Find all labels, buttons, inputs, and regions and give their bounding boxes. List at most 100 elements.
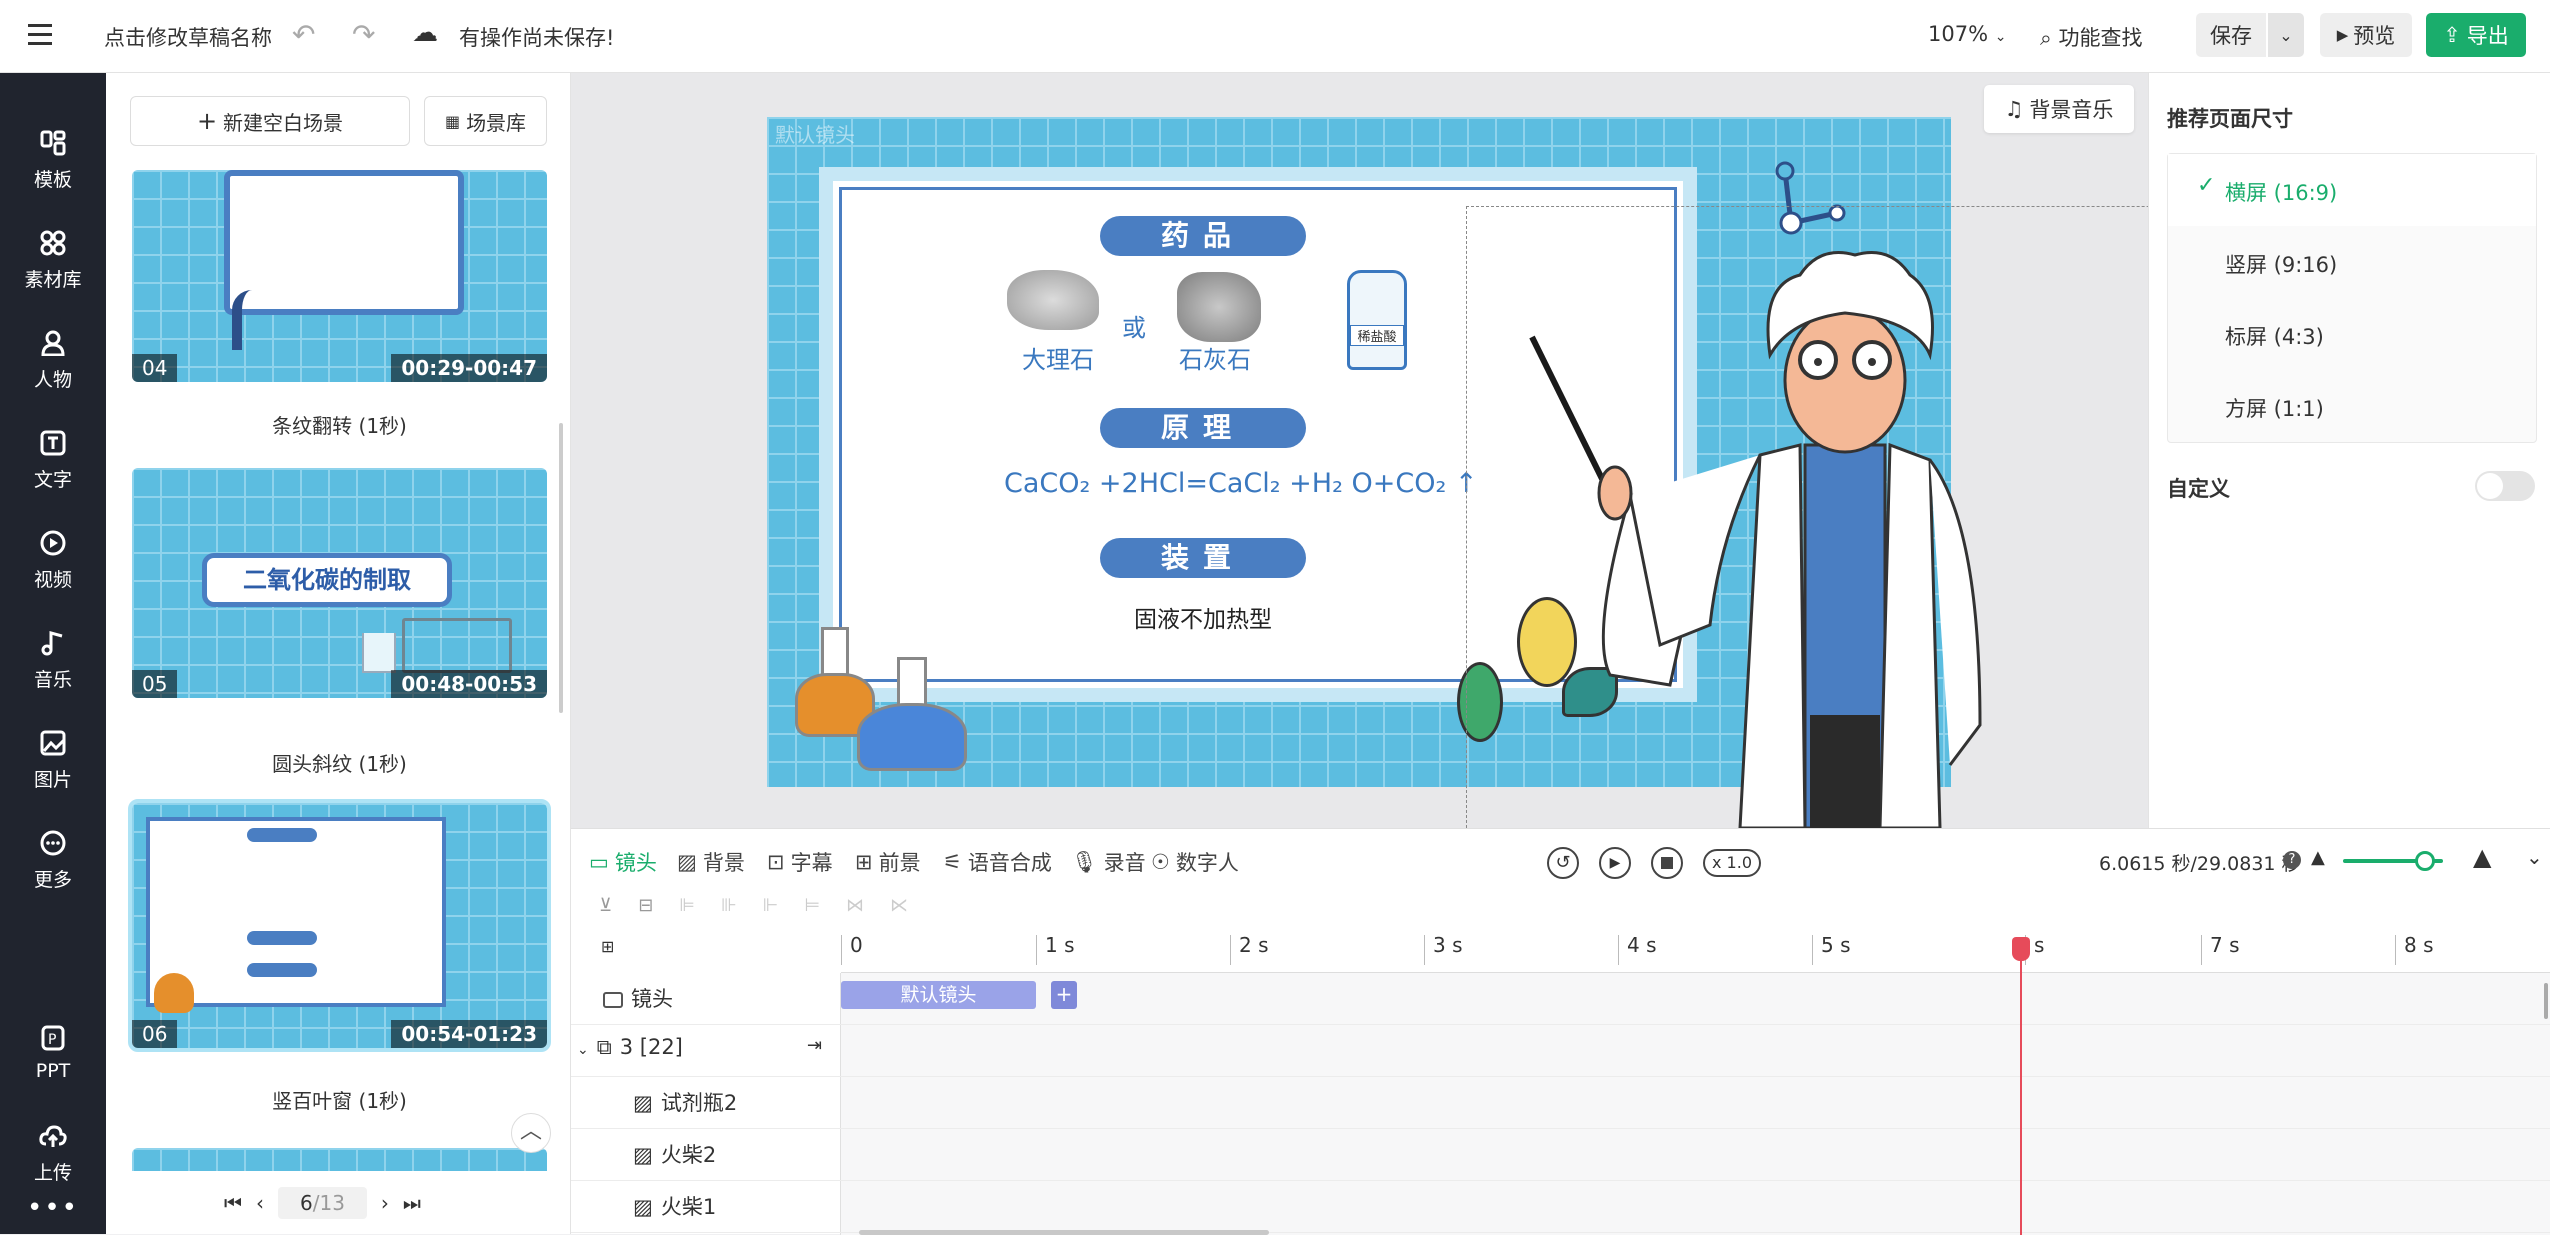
draft-name[interactable]: 点击修改草稿名称 xyxy=(104,22,272,52)
ratio-1-1[interactable]: 方屏 (1:1) xyxy=(2225,393,2324,423)
track-row-item2 xyxy=(571,1129,2550,1181)
rail-item-image[interactable]: 图片 xyxy=(0,723,106,792)
tab-subtitle[interactable]: ⊡ 字幕 xyxy=(767,847,833,877)
top-toolbar: 点击修改草稿名称 ↶ ↷ ☁ 有操作尚未保存! 107% ⌄ ⌕ 功能查找 保存… xyxy=(0,0,2550,73)
play-icon[interactable]: ▶ xyxy=(1599,847,1631,879)
prev-page-icon[interactable]: ‹ xyxy=(256,1191,264,1215)
ratio-16-9[interactable]: 横屏 (16:9) xyxy=(2225,177,2337,207)
group-exit-icon[interactable]: ⇥ xyxy=(807,1035,822,1056)
tab-background[interactable]: ▨ 背景 xyxy=(677,847,745,877)
ratio-4-3[interactable]: 标屏 (4:3) xyxy=(2225,321,2324,351)
export-button[interactable]: ⇪ 导出 xyxy=(2426,13,2526,57)
scene-library-button[interactable]: ▦ 场景库 xyxy=(424,96,547,146)
save-button[interactable]: 保存 xyxy=(2196,13,2266,57)
track-item1-label[interactable]: ▨ 试剂瓶2 xyxy=(633,1087,737,1117)
rail-item-music[interactable]: 音乐 xyxy=(0,623,106,692)
rewind-icon[interactable]: ↺ xyxy=(1547,847,1579,879)
tab-label: 数字人 xyxy=(1175,851,1239,875)
collapse-icon[interactable]: ⌄ xyxy=(2526,845,2543,869)
tab-foreground[interactable]: ⊞ 前景 xyxy=(855,847,921,877)
custom-toggle[interactable] xyxy=(2475,471,2535,501)
scene-duration: 00:48-00:53 xyxy=(391,670,547,698)
camera-label: 默认镜头 xyxy=(775,123,855,147)
rail-item-material[interactable]: 素材库 xyxy=(0,223,106,292)
tab-digital-human[interactable]: ☉ 数字人 xyxy=(1151,847,1239,877)
ruler-corner-icon[interactable]: ⊞ xyxy=(601,937,614,956)
help-icon[interactable]: ? xyxy=(2283,851,2301,869)
timeline-v-scrollbar[interactable] xyxy=(2544,983,2548,1019)
scene-scrollbar[interactable] xyxy=(559,423,563,713)
export-label: 导出 xyxy=(2466,24,2509,48)
speed-button[interactable]: x 1.0 xyxy=(1703,849,1761,877)
tab-label: 录音 xyxy=(1103,851,1146,875)
zoom-slider-handle[interactable] xyxy=(2415,851,2435,871)
bg-music-button[interactable]: ♫ 背景音乐 xyxy=(1984,85,2134,133)
align-center-icon[interactable]: ⊪ xyxy=(721,895,737,916)
align-right-icon[interactable]: ⊩ xyxy=(763,895,779,916)
page-indicator: 6/13 xyxy=(278,1187,367,1219)
tab-record[interactable]: 🎙 录音 xyxy=(1071,847,1146,877)
track-camera-label[interactable]: 镜头 xyxy=(603,983,673,1013)
next-page-icon[interactable]: › xyxy=(381,1191,389,1215)
scene-card-04[interactable]: 04 00:29-00:47 xyxy=(132,170,547,382)
feature-search-button[interactable]: ⌕ 功能查找 xyxy=(2040,22,2142,52)
tab-tts[interactable]: ⚟ 语音合成 xyxy=(943,847,1052,877)
align-left-icon[interactable]: ⊫ xyxy=(679,895,695,916)
scroll-top-button[interactable]: ︿ xyxy=(511,1113,551,1153)
timeline-h-scrollbar[interactable] xyxy=(859,1230,1269,1235)
scene-number: 05 xyxy=(132,670,178,698)
device-type: 固液不加热型 xyxy=(1134,607,1272,633)
scene-transition[interactable]: 竖百叶窗 (1秒) xyxy=(132,1085,547,1114)
upload-icon xyxy=(33,1116,73,1156)
menu-icon[interactable] xyxy=(28,24,52,46)
tab-camera[interactable]: ▭ 镜头 xyxy=(589,847,657,877)
scene-transition[interactable]: 圆头斜纹 (1秒) xyxy=(132,748,547,777)
add-clip-button[interactable]: + xyxy=(1051,981,1077,1009)
rail-item-ppt[interactable]: P PPT xyxy=(0,1018,106,1082)
rail-item-more[interactable]: 更多 xyxy=(0,823,106,892)
save-dropdown-button[interactable]: ⌄ xyxy=(2268,13,2304,57)
scene-card-05[interactable]: 二氧化碳的制取 05 00:48-00:53 xyxy=(132,468,547,698)
track-item3-label[interactable]: ▨ 火柴1 xyxy=(633,1191,716,1221)
tab-label: 背景 xyxy=(702,851,745,875)
scene-card-07[interactable] xyxy=(132,1148,547,1171)
limestone-rock-icon xyxy=(1177,272,1261,342)
group-icon[interactable]: ⋈ xyxy=(846,895,864,916)
rail-item-text[interactable]: 文字 xyxy=(0,423,106,492)
track-item2-label[interactable]: ▨ 火柴2 xyxy=(633,1139,716,1169)
filter-icon[interactable]: ⊻ xyxy=(599,895,612,916)
zoom-in-icon[interactable]: ▲ xyxy=(2473,843,2491,871)
page-current[interactable]: 6 xyxy=(300,1191,313,1215)
camera-icon: ▭ xyxy=(589,850,609,874)
rail-item-template[interactable]: 模板 xyxy=(0,123,106,192)
scene-transition[interactable]: 条纹翻转 (1秒) xyxy=(132,410,547,439)
ratio-9-16[interactable]: 竖屏 (9:16) xyxy=(2225,249,2337,279)
undo-icon[interactable]: ↶ xyxy=(292,18,315,51)
track-group-label[interactable]: ⌄ ⧉ 3 [22] xyxy=(577,1035,683,1060)
timeline-ruler[interactable] xyxy=(841,929,2550,973)
layer-icon[interactable]: ⊟ xyxy=(638,895,653,916)
new-blank-scene-button[interactable]: + 新建空白场景 xyxy=(130,96,410,146)
tick-0: 0 xyxy=(841,935,863,965)
rail-more-dots-icon[interactable]: ••• xyxy=(0,1193,106,1223)
preview-button[interactable]: ▶ 预览 xyxy=(2320,13,2412,57)
playhead-handle[interactable] xyxy=(2012,937,2030,961)
rail-item-video[interactable]: 视频 xyxy=(0,523,106,592)
redo-icon[interactable]: ↷ xyxy=(352,18,375,51)
first-page-icon[interactable]: ⏮ xyxy=(224,1191,242,1215)
last-page-icon[interactable]: ⏭ xyxy=(403,1191,421,1215)
zoom-select[interactable]: 107% ⌄ xyxy=(1928,22,2006,46)
scene-card-06[interactable]: 06 00:54-01:23 xyxy=(128,799,551,1052)
subtitle-icon: ⊡ xyxy=(767,850,785,874)
distribute-icon[interactable]: ⊨ xyxy=(804,895,820,916)
stop-icon[interactable] xyxy=(1651,847,1683,879)
camera-clip[interactable]: 默认镜头 xyxy=(841,981,1036,1009)
rail-item-person[interactable]: 人物 xyxy=(0,323,106,392)
preview-label: 预览 xyxy=(2353,24,2396,48)
chevron-down-icon[interactable]: ⌄ xyxy=(577,1042,589,1058)
rail-item-upload[interactable]: 上传 xyxy=(0,1116,106,1185)
zoom-out-icon[interactable]: ▲ xyxy=(2311,847,2325,868)
ungroup-icon[interactable]: ⋉ xyxy=(890,895,908,916)
flask-icon xyxy=(154,973,194,1013)
page-total: /13 xyxy=(312,1191,345,1215)
